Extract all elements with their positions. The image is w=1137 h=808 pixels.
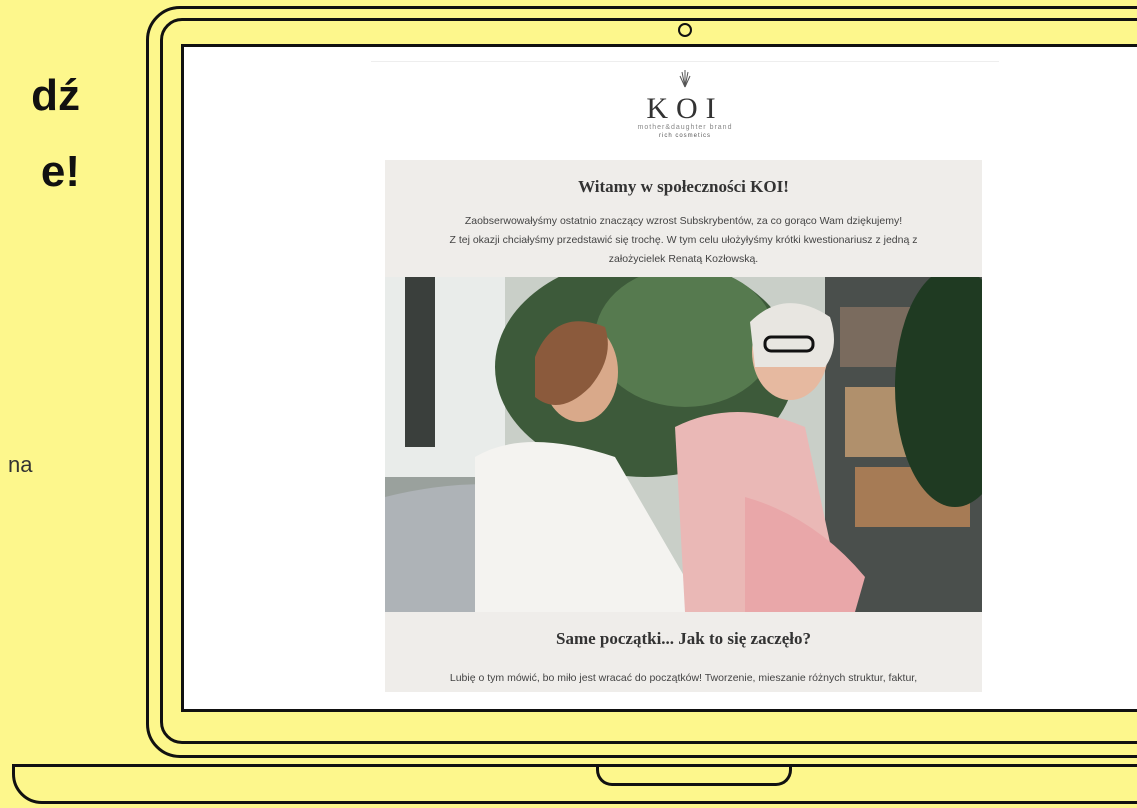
promo-headline-line2: e! — [40, 147, 80, 196]
welcome-card: Witamy w społeczności KOI! Zaobserwowały… — [385, 160, 982, 612]
origin-section: Same początki... Jak to się zaczęło? Lub… — [385, 612, 982, 692]
promo-headline-line1: dź — [31, 71, 80, 120]
koi-logo: KOI mother&daughter brand rich cosmetics — [371, 62, 999, 160]
welcome-line: Zaobserwowałyśmy ostatnio znaczący wzros… — [464, 215, 903, 227]
origin-title: Same początki... Jak to się zaczęło? — [556, 629, 811, 648]
laptop-base — [12, 764, 1137, 804]
camera-icon — [678, 23, 692, 37]
promo-side-text: na — [8, 452, 33, 477]
koi-leaf-icon — [371, 68, 999, 92]
welcome-line: założycielek Renatą Kozłowską. — [608, 253, 759, 265]
laptop-base-notch — [596, 764, 792, 786]
welcome-title: Witamy w społeczności KOI! — [578, 177, 789, 196]
welcome-text: Zaobserwowałyśmy ostatnio znaczący wzros… — [385, 198, 982, 277]
founders-photo — [385, 277, 982, 612]
laptop-screen: KOI mother&daughter brand rich cosmetics… — [181, 44, 1137, 712]
welcome-line: Z tej okazji chciałyśmy przedstawić się … — [449, 234, 918, 246]
logo-subline: rich cosmetics — [658, 133, 711, 139]
origin-text: Lubię o tym mówić, bo miło jest wracać d… — [449, 672, 918, 684]
logo-tagline: mother&daughter brand — [637, 124, 733, 131]
logo-wordmark: KOI — [646, 92, 724, 125]
email-preview: KOI mother&daughter brand rich cosmetics… — [371, 61, 999, 692]
promo-headline: dź e! — [0, 58, 80, 210]
